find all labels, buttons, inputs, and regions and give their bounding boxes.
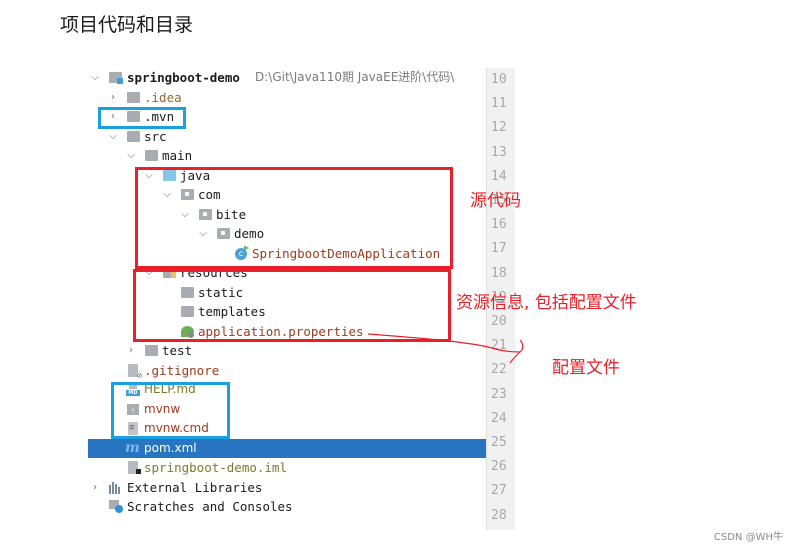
- annotation-arrow: [367, 333, 524, 364]
- watermark: CSDN @WH牛: [713, 532, 783, 543]
